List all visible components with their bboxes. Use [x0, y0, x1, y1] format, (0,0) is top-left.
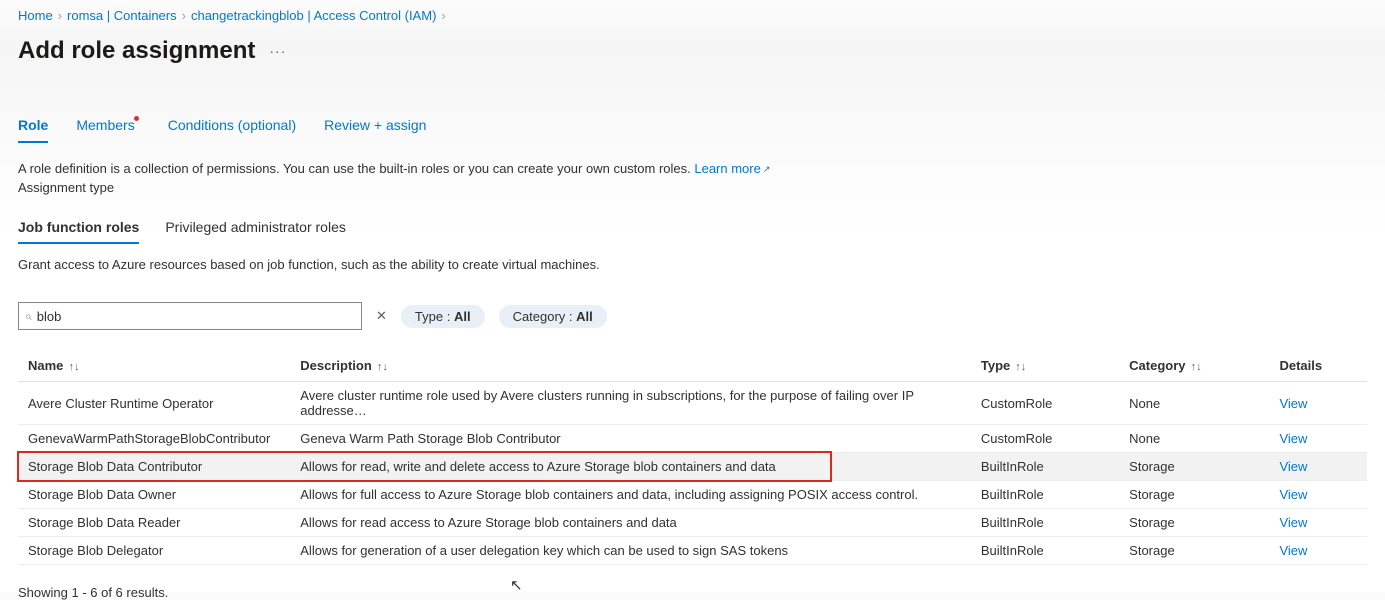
column-category[interactable]: Category ↑↓: [1121, 352, 1271, 382]
intro-text: A role definition is a collection of per…: [18, 161, 694, 176]
cell-description: Allows for generation of a user delegati…: [292, 537, 973, 565]
clear-search-icon[interactable]: ✕: [376, 308, 387, 324]
column-name[interactable]: Name ↑↓: [18, 352, 292, 382]
tab-review[interactable]: Review + assign: [324, 113, 426, 141]
more-icon[interactable]: ···: [269, 43, 286, 59]
search-input-container[interactable]: ⌕: [18, 302, 362, 330]
cell-description: Allows for read, write and delete access…: [292, 453, 973, 481]
view-link[interactable]: View: [1279, 515, 1307, 530]
cell-category: None: [1121, 425, 1271, 453]
chevron-right-icon: ›: [58, 8, 62, 23]
view-link[interactable]: View: [1279, 396, 1307, 411]
tab-role[interactable]: Role: [18, 113, 48, 141]
chevron-right-icon: ›: [441, 8, 445, 23]
column-description[interactable]: Description ↑↓: [292, 352, 973, 382]
tab-conditions[interactable]: Conditions (optional): [168, 113, 296, 141]
cell-type: BuiltInRole: [973, 453, 1121, 481]
role-definition-description: A role definition is a collection of per…: [18, 161, 1367, 176]
search-icon: ⌕: [25, 309, 32, 324]
job-function-description: Grant access to Azure resources based on…: [18, 257, 1367, 272]
column-type[interactable]: Type ↑↓: [973, 352, 1121, 382]
cell-type: CustomRole: [973, 425, 1121, 453]
cell-name: Storage Blob Delegator: [18, 537, 292, 565]
breadcrumb: Home › romsa | Containers › changetracki…: [18, 8, 1367, 23]
cell-category: None: [1121, 382, 1271, 425]
breadcrumb-storageaccount[interactable]: romsa | Containers: [67, 8, 177, 23]
table-row[interactable]: Storage Blob Data ReaderAllows for read …: [18, 509, 1367, 537]
cell-name: GenevaWarmPathStorageBlobContributor: [18, 425, 292, 453]
sort-icon: ↑↓: [65, 361, 79, 373]
results-count: Showing 1 - 6 of 6 results.: [18, 585, 1367, 600]
cell-description: Avere cluster runtime role used by Avere…: [292, 382, 973, 425]
cell-description: Geneva Warm Path Storage Blob Contributo…: [292, 425, 973, 453]
sort-icon: ↑↓: [1188, 361, 1202, 373]
chevron-right-icon: ›: [182, 8, 186, 23]
role-type-tabs: Job function roles Privileged administra…: [18, 217, 1367, 243]
filters-row: ⌕ ✕ Type : All Category : All: [18, 302, 1367, 330]
table-row[interactable]: Storage Blob Data ContributorAllows for …: [18, 453, 1367, 481]
cell-category: Storage: [1121, 453, 1271, 481]
filter-type[interactable]: Type : All: [401, 305, 485, 328]
view-link[interactable]: View: [1279, 487, 1307, 502]
breadcrumb-container[interactable]: changetrackingblob | Access Control (IAM…: [191, 8, 436, 23]
page-title: Add role assignment: [18, 37, 255, 65]
cell-name: Storage Blob Data Owner: [18, 481, 292, 509]
cell-category: Storage: [1121, 481, 1271, 509]
cell-category: Storage: [1121, 509, 1271, 537]
tab-members[interactable]: Members: [76, 113, 139, 141]
tab-job-function-roles[interactable]: Job function roles: [18, 217, 139, 243]
sort-icon: ↑↓: [374, 361, 388, 373]
cell-type: BuiltInRole: [973, 481, 1121, 509]
roles-table: Name ↑↓ Description ↑↓ Type ↑↓ Category …: [18, 352, 1367, 565]
cell-name: Storage Blob Data Contributor: [18, 453, 292, 481]
cell-name: Avere Cluster Runtime Operator: [18, 382, 292, 425]
cell-description: Allows for full access to Azure Storage …: [292, 481, 973, 509]
column-details: Details: [1271, 352, 1367, 382]
view-link[interactable]: View: [1279, 459, 1307, 474]
red-dot-icon: [134, 116, 139, 121]
main-tabs: Role Members Conditions (optional) Revie…: [18, 113, 1367, 141]
table-row[interactable]: Storage Blob Data OwnerAllows for full a…: [18, 481, 1367, 509]
view-link[interactable]: View: [1279, 431, 1307, 446]
tab-members-label: Members: [76, 117, 134, 133]
external-link-icon: ↗: [763, 164, 771, 174]
cell-description: Allows for read access to Azure Storage …: [292, 509, 973, 537]
cell-type: BuiltInRole: [973, 509, 1121, 537]
assignment-type-label: Assignment type: [18, 180, 1367, 195]
table-row[interactable]: Storage Blob DelegatorAllows for generat…: [18, 537, 1367, 565]
table-row[interactable]: Avere Cluster Runtime OperatorAvere clus…: [18, 382, 1367, 425]
tab-privileged-admin-roles[interactable]: Privileged administrator roles: [165, 217, 346, 243]
sort-icon: ↑↓: [1012, 361, 1026, 373]
filter-category[interactable]: Category : All: [499, 305, 607, 328]
cell-category: Storage: [1121, 537, 1271, 565]
cell-type: BuiltInRole: [973, 537, 1121, 565]
cell-name: Storage Blob Data Reader: [18, 509, 292, 537]
search-input[interactable]: [37, 309, 355, 324]
view-link[interactable]: View: [1279, 543, 1307, 558]
breadcrumb-home[interactable]: Home: [18, 8, 53, 23]
learn-more-link[interactable]: Learn more↗: [694, 161, 768, 176]
table-row[interactable]: GenevaWarmPathStorageBlobContributorGene…: [18, 425, 1367, 453]
cell-type: CustomRole: [973, 382, 1121, 425]
